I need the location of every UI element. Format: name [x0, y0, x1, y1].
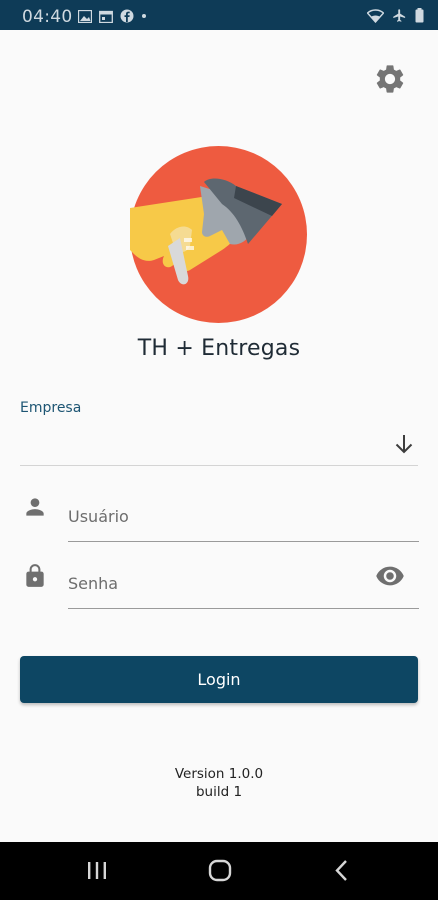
- version-info: Version 1.0.0 build 1: [0, 765, 438, 801]
- company-label: Empresa: [20, 400, 82, 416]
- recent-apps-button[interactable]: [86, 856, 108, 889]
- company-select[interactable]: [20, 420, 418, 466]
- app-title: TH + Entregas: [137, 336, 301, 361]
- back-icon: [335, 860, 347, 881]
- toggle-password-visibility-button[interactable]: [374, 563, 406, 589]
- notification-icons: [78, 9, 147, 23]
- gear-icon: [376, 65, 404, 93]
- battery-icon: [415, 8, 424, 23]
- home-icon: [208, 859, 232, 882]
- version-text: Version 1.0.0: [174, 766, 264, 782]
- recent-apps-icon: [88, 862, 106, 879]
- airplane-icon: [393, 9, 406, 22]
- image-icon: [78, 9, 92, 23]
- settings-button[interactable]: [372, 61, 408, 97]
- home-button[interactable]: [206, 856, 234, 889]
- arrow-down-icon: [395, 435, 413, 454]
- password-input[interactable]: [68, 563, 419, 603]
- calendar-icon: [99, 10, 113, 23]
- username-input[interactable]: [68, 496, 419, 536]
- status-time: 04:40: [22, 7, 73, 27]
- password-field[interactable]: [68, 563, 419, 609]
- login-button[interactable]: Login: [20, 656, 418, 703]
- dot-icon: [142, 14, 146, 18]
- navigation-bar: [0, 842, 438, 900]
- app-logo: [130, 146, 307, 323]
- back-button[interactable]: [332, 856, 352, 889]
- username-field[interactable]: [68, 496, 419, 542]
- person-icon: [26, 498, 44, 516]
- facebook-icon: [120, 9, 134, 23]
- system-status-icons: [367, 8, 424, 23]
- build-text: build 1: [195, 784, 243, 800]
- status-bar: 04:40: [0, 0, 438, 30]
- wifi-icon: [367, 8, 384, 23]
- lock-icon: [26, 564, 44, 587]
- eye-icon: [376, 566, 404, 586]
